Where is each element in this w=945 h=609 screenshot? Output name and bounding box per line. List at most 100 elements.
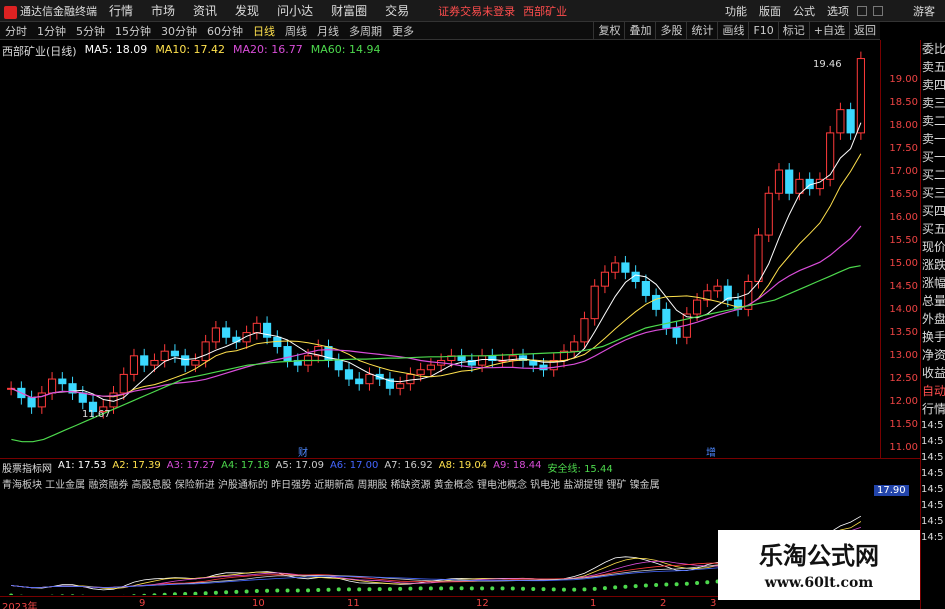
indicator-legend: 股票指标网 A1: 17.53 A2: 17.39 A3: 17.27 A4: …: [2, 460, 613, 475]
safe-line-dot: [326, 587, 331, 592]
right-menu: 功能 版面 公式 选项: [719, 0, 855, 22]
maximize-icon[interactable]: [873, 6, 883, 16]
period-tab-multi[interactable]: 多周期: [344, 23, 387, 39]
menu-item-trade[interactable]: 交易: [385, 2, 409, 19]
side-item[interactable]: 委比: [921, 40, 945, 58]
menu-item-ask[interactable]: 问小达: [277, 2, 313, 19]
menu-options[interactable]: 选项: [827, 3, 849, 19]
candle-body: [58, 378, 67, 385]
f10-button[interactable]: F10: [748, 22, 777, 40]
side-item[interactable]: 卖五: [921, 58, 945, 76]
overlay-button[interactable]: 叠加: [624, 22, 655, 40]
side-item[interactable]: 换手: [921, 328, 945, 346]
side-item[interactable]: 收益: [921, 364, 945, 382]
period-tab-intraday[interactable]: 分时: [0, 23, 32, 39]
multi-stock-button[interactable]: 多股: [655, 22, 686, 40]
candle-body: [252, 322, 261, 334]
side-item[interactable]: 外盘: [921, 310, 945, 328]
price-tick: 17.00: [889, 166, 918, 177]
side-item[interactable]: 买一: [921, 148, 945, 166]
chart-legend: 西部矿业(日线) MA5: 18.09 MA10: 17.42 MA20: 16…: [2, 43, 380, 59]
side-item[interactable]: 卖一: [921, 130, 945, 148]
candle-body: [713, 285, 722, 292]
side-item[interactable]: 卖二: [921, 112, 945, 130]
side-item[interactable]: 行情: [921, 400, 945, 418]
side-item[interactable]: 买三: [921, 184, 945, 202]
safe-line-dot: [295, 588, 300, 593]
safe-line-dot: [71, 594, 75, 595]
minimize-icon[interactable]: [857, 6, 867, 16]
safe-line-dot: [336, 587, 341, 592]
back-button[interactable]: 返回: [849, 22, 880, 40]
period-tab-1min[interactable]: 1分钟: [32, 23, 71, 39]
candle-body: [416, 369, 425, 375]
safe-line-dot: [613, 585, 618, 590]
menu-layout[interactable]: 版面: [759, 3, 781, 19]
menu-function[interactable]: 功能: [725, 3, 747, 19]
price-tick: 11.00: [889, 442, 918, 453]
safe-line-dot: [9, 593, 14, 595]
period-tab-monthly[interactable]: 月线: [312, 23, 344, 39]
candlestick-chart[interactable]: [0, 40, 880, 458]
draw-line-button[interactable]: 画线: [717, 22, 748, 40]
period-tab-daily[interactable]: 日线: [248, 23, 280, 39]
side-item[interactable]: 买二: [921, 166, 945, 184]
ind-a2: A2: 17.39: [112, 460, 161, 471]
candle-body: [692, 299, 702, 315]
safe-line-dot: [213, 590, 218, 595]
side-time: 14:5: [921, 420, 944, 431]
price-tick: 14.00: [889, 304, 918, 315]
side-item[interactable]: 自动: [921, 382, 945, 400]
restore-rights-button[interactable]: 复权: [593, 22, 624, 40]
safe-line-dot: [275, 588, 280, 593]
safe-line-dot: [152, 593, 157, 595]
mark-button[interactable]: 标记: [777, 22, 809, 40]
side-item[interactable]: 涨幅: [921, 274, 945, 292]
ind-safe-line: 安全线: 15.44: [547, 464, 613, 475]
safe-line-dot: [551, 587, 556, 592]
date-tick: 2023年: [2, 602, 38, 609]
menu-item-wealth[interactable]: 财富圈: [331, 2, 367, 19]
high-price-label: 19.46: [813, 59, 842, 70]
side-item[interactable]: 买四: [921, 202, 945, 220]
add-watchlist-button[interactable]: +自选: [808, 22, 849, 40]
candle-body: [396, 383, 405, 389]
menu-item-quotes[interactable]: 行情: [109, 2, 133, 19]
side-item[interactable]: 涨跌: [921, 256, 945, 274]
side-item[interactable]: 卖三: [921, 94, 945, 112]
side-item[interactable]: 现价: [921, 238, 945, 256]
safe-line-dot: [408, 586, 413, 591]
candle-body: [170, 350, 180, 357]
period-tab-5min[interactable]: 5分钟: [71, 23, 110, 39]
side-item[interactable]: 卖四: [921, 76, 945, 94]
safe-line-dot: [602, 586, 607, 591]
increase-marker[interactable]: 增: [706, 444, 716, 459]
period-tab-60min[interactable]: 60分钟: [202, 23, 248, 39]
menu-item-news[interactable]: 资讯: [193, 2, 217, 19]
app-title-text: 通达信金融终端: [20, 4, 97, 18]
period-tab-more[interactable]: 更多: [387, 23, 419, 39]
ind-a8: A8: 19.04: [438, 460, 488, 471]
indicator-name[interactable]: 股票指标网: [2, 460, 52, 475]
period-tab-weekly[interactable]: 周线: [280, 23, 312, 39]
app-title: 通达信金融终端: [0, 3, 100, 19]
safe-line-dot: [664, 582, 669, 587]
ind-a3: A3: 17.27: [166, 460, 216, 471]
menu-item-discover[interactable]: 发现: [235, 2, 259, 19]
side-item[interactable]: 净资: [921, 346, 945, 364]
guest-button[interactable]: 游客: [913, 3, 935, 19]
period-tab-30min[interactable]: 30分钟: [156, 23, 202, 39]
candle-body: [580, 318, 589, 343]
period-tab-15min[interactable]: 15分钟: [110, 23, 156, 39]
login-warning[interactable]: 证券交易未登录: [438, 3, 515, 19]
side-item[interactable]: 总量: [921, 292, 945, 310]
menu-formula[interactable]: 公式: [793, 3, 815, 19]
side-item[interactable]: 买五: [921, 220, 945, 238]
statistics-button[interactable]: 统计: [686, 22, 717, 40]
safe-line-dot: [346, 587, 351, 592]
menu-item-market[interactable]: 市场: [151, 2, 175, 19]
safe-line-dot: [654, 582, 659, 587]
safe-line-dot: [521, 586, 526, 591]
ma20-line: [10, 225, 862, 399]
finance-marker[interactable]: 财: [298, 444, 308, 459]
